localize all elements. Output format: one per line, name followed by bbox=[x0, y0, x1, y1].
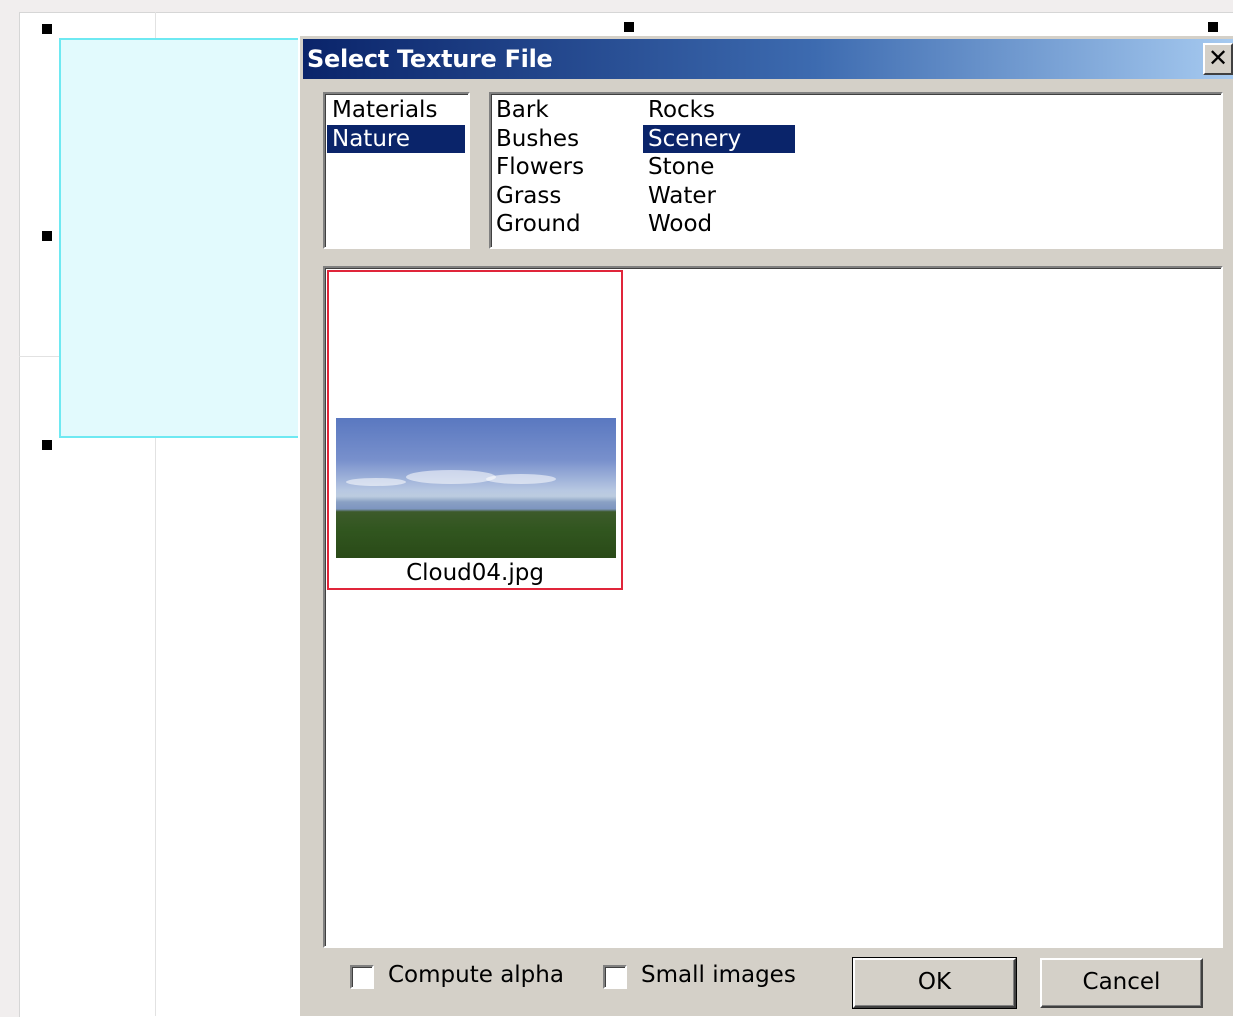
compute-alpha-label[interactable]: Compute alpha bbox=[388, 962, 564, 988]
subcategory-item-ground[interactable]: Ground bbox=[491, 210, 641, 238]
texture-thumbnail-pane[interactable]: Cloud04.jpg bbox=[323, 266, 1223, 948]
close-icon: ✕ bbox=[1207, 44, 1229, 72]
small-images-checkbox[interactable] bbox=[603, 965, 627, 989]
texture-file-name: Cloud04.jpg bbox=[406, 560, 544, 586]
small-images-label[interactable]: Small images bbox=[641, 962, 796, 988]
subcategory-item-bushes[interactable]: Bushes bbox=[491, 125, 641, 153]
subcategory-list[interactable]: Bark Bushes Flowers Grass Ground Rocks S… bbox=[489, 92, 1223, 249]
subcategory-item-water[interactable]: Water bbox=[643, 182, 795, 210]
subcategory-item-scenery[interactable]: Scenery bbox=[643, 125, 795, 153]
texture-preview-image bbox=[336, 418, 616, 558]
subcategory-item-bark[interactable]: Bark bbox=[491, 96, 641, 124]
category-item-materials[interactable]: Materials bbox=[327, 96, 465, 124]
selected-shape[interactable] bbox=[59, 38, 301, 438]
category-list[interactable]: Materials Nature bbox=[323, 92, 470, 249]
resize-handle-top-right[interactable] bbox=[1208, 22, 1218, 32]
subcategory-item-stone[interactable]: Stone bbox=[643, 153, 795, 181]
subcategory-item-rocks[interactable]: Rocks bbox=[643, 96, 795, 124]
select-texture-dialog: Select Texture File ✕ Materials Nature B… bbox=[298, 34, 1233, 1016]
dialog-title: Select Texture File bbox=[307, 45, 553, 73]
compute-alpha-checkbox[interactable] bbox=[350, 965, 374, 989]
cancel-button[interactable]: Cancel bbox=[1040, 958, 1203, 1008]
subcategory-item-grass[interactable]: Grass bbox=[491, 182, 641, 210]
subcategory-item-wood[interactable]: Wood bbox=[643, 210, 795, 238]
resize-handle-middle-left[interactable] bbox=[42, 231, 52, 241]
resize-handle-top-left[interactable] bbox=[42, 24, 52, 34]
resize-handle-bottom-left[interactable] bbox=[42, 440, 52, 450]
category-item-nature[interactable]: Nature bbox=[327, 125, 465, 153]
dialog-titlebar[interactable]: Select Texture File ✕ bbox=[303, 39, 1233, 79]
texture-thumbnail-item[interactable]: Cloud04.jpg bbox=[327, 270, 623, 590]
ok-button[interactable]: OK bbox=[852, 957, 1017, 1009]
close-button[interactable]: ✕ bbox=[1203, 43, 1233, 75]
resize-handle-top-middle[interactable] bbox=[624, 22, 634, 32]
subcategory-item-flowers[interactable]: Flowers bbox=[491, 153, 641, 181]
